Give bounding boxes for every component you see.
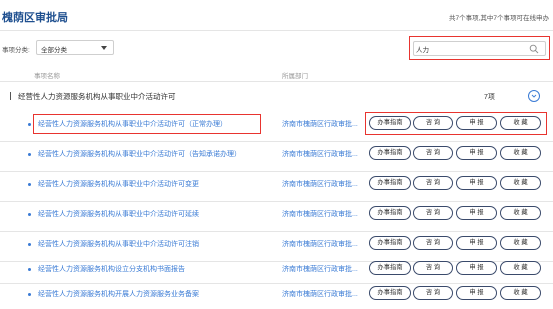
page-title: 槐荫区审批局 (2, 12, 68, 24)
guide-button[interactable]: 办事指南 (369, 286, 411, 300)
consult-button[interactable]: 咨 询 (413, 206, 453, 220)
column-header-name: 事项名称 (34, 73, 60, 80)
favorite-button[interactable]: 收 藏 (500, 286, 541, 300)
apply-button[interactable]: 申 报 (456, 286, 497, 300)
item-dept-link[interactable]: 济南市槐荫区行政审批... (282, 264, 358, 274)
bullet-icon (28, 268, 31, 271)
guide-button[interactable]: 办事指南 (369, 236, 411, 250)
consult-button[interactable]: 咨 询 (413, 236, 453, 250)
column-header-dept: 所属部门 (282, 73, 308, 80)
item-name-link[interactable]: 经营性人力资源服务机构开展人力资源服务业务备案 (38, 289, 199, 299)
item-name-link[interactable]: 经营性人力资源服务机构从事职业中介活动许可变更 (38, 179, 199, 189)
consult-button[interactable]: 咨 询 (413, 261, 453, 275)
favorite-button[interactable]: 收 藏 (500, 206, 541, 220)
apply-button[interactable]: 申 报 (456, 236, 497, 250)
apply-button[interactable]: 申 报 (456, 176, 497, 190)
bullet-icon (28, 153, 31, 156)
guide-button[interactable]: 办事指南 (369, 176, 411, 190)
apply-button[interactable]: 申 报 (456, 206, 497, 220)
bullet-icon (28, 293, 31, 296)
favorite-button[interactable]: 收 藏 (500, 146, 541, 160)
group-count: 7项 (484, 94, 495, 101)
group-label: 经营性人力资源服务机构从事职业中介活动许可 (18, 92, 176, 101)
bullet-icon (28, 213, 31, 216)
collapse-toggle-button[interactable] (528, 90, 540, 102)
item-dept-link[interactable]: 济南市槐荫区行政审批... (282, 179, 358, 189)
favorite-button[interactable]: 收 藏 (500, 261, 541, 275)
item-dept-link[interactable]: 济南市槐荫区行政审批... (282, 209, 358, 219)
category-select[interactable]: 全部分类 (36, 40, 114, 55)
bullet-icon (28, 183, 31, 186)
chevron-down-icon (101, 46, 107, 50)
list-item: 经营性人力资源服务机构开展人力资源服务业务备案 济南市槐荫区行政审批... 办事… (0, 281, 553, 309)
favorite-button[interactable]: 收 藏 (500, 176, 541, 190)
guide-button[interactable]: 办事指南 (369, 146, 411, 160)
favorite-button[interactable]: 收 藏 (500, 236, 541, 250)
header-divider (0, 30, 553, 31)
page-header: 槐荫区审批局 共7个事项,其中7个事项可在线申办 (0, 0, 553, 30)
bullet-icon (28, 243, 31, 246)
item-name-link[interactable]: 经营性人力资源服务机构从事职业中介活动许可（告知承诺办理） (38, 149, 241, 159)
group-row[interactable]: 经营性人力资源服务机构从事职业中介活动许可 7项 (0, 88, 553, 106)
list-item: 经营性人力资源服务机构从事职业中介活动许可（告知承诺办理） 济南市槐荫区行政审批… (0, 141, 553, 171)
list-item: 经营性人力资源服务机构从事职业中介活动许可延续 济南市槐荫区行政审批... 办事… (0, 201, 553, 231)
item-name-link[interactable]: 经营性人力资源服务机构从事职业中介活动许可注销 (38, 239, 199, 249)
item-name-link[interactable]: 经营性人力资源服务机构设立分支机构书面报告 (38, 264, 185, 274)
item-dept-link[interactable]: 济南市槐荫区行政审批... (282, 149, 358, 159)
apply-button[interactable]: 申 报 (456, 146, 497, 160)
group-marker (10, 92, 11, 100)
apply-button[interactable]: 申 报 (456, 261, 497, 275)
items-summary: 共7个事项,其中7个事项可在线申办 (448, 15, 549, 22)
bullet-icon (28, 123, 31, 126)
list-item: 经营性人力资源服务机构从事职业中介活动许可变更 济南市槐荫区行政审批... 办事… (0, 171, 553, 201)
buttons-highlight-box (365, 112, 547, 135)
consult-button[interactable]: 咨 询 (413, 176, 453, 190)
item-name-link[interactable]: 经营性人力资源服务机构从事职业中介活动许可延续 (38, 209, 199, 219)
search-highlight-box (409, 36, 550, 60)
guide-button[interactable]: 办事指南 (369, 261, 411, 275)
guide-button[interactable]: 办事指南 (369, 206, 411, 220)
category-select-value: 全部分类 (41, 47, 67, 54)
consult-button[interactable]: 咨 询 (413, 286, 453, 300)
item-dept-link[interactable]: 济南市槐荫区行政审批... (282, 289, 358, 299)
category-filter-label: 事项分类: (2, 47, 30, 54)
item-name-highlight-box (33, 114, 261, 134)
item-dept-link[interactable]: 济南市槐荫区行政审批... (282, 239, 358, 249)
chevron-down-icon (531, 94, 537, 98)
consult-button[interactable]: 咨 询 (413, 146, 453, 160)
item-dept-link[interactable]: 济南市槐荫区行政审批... (282, 119, 358, 129)
header-row-divider (0, 81, 553, 82)
